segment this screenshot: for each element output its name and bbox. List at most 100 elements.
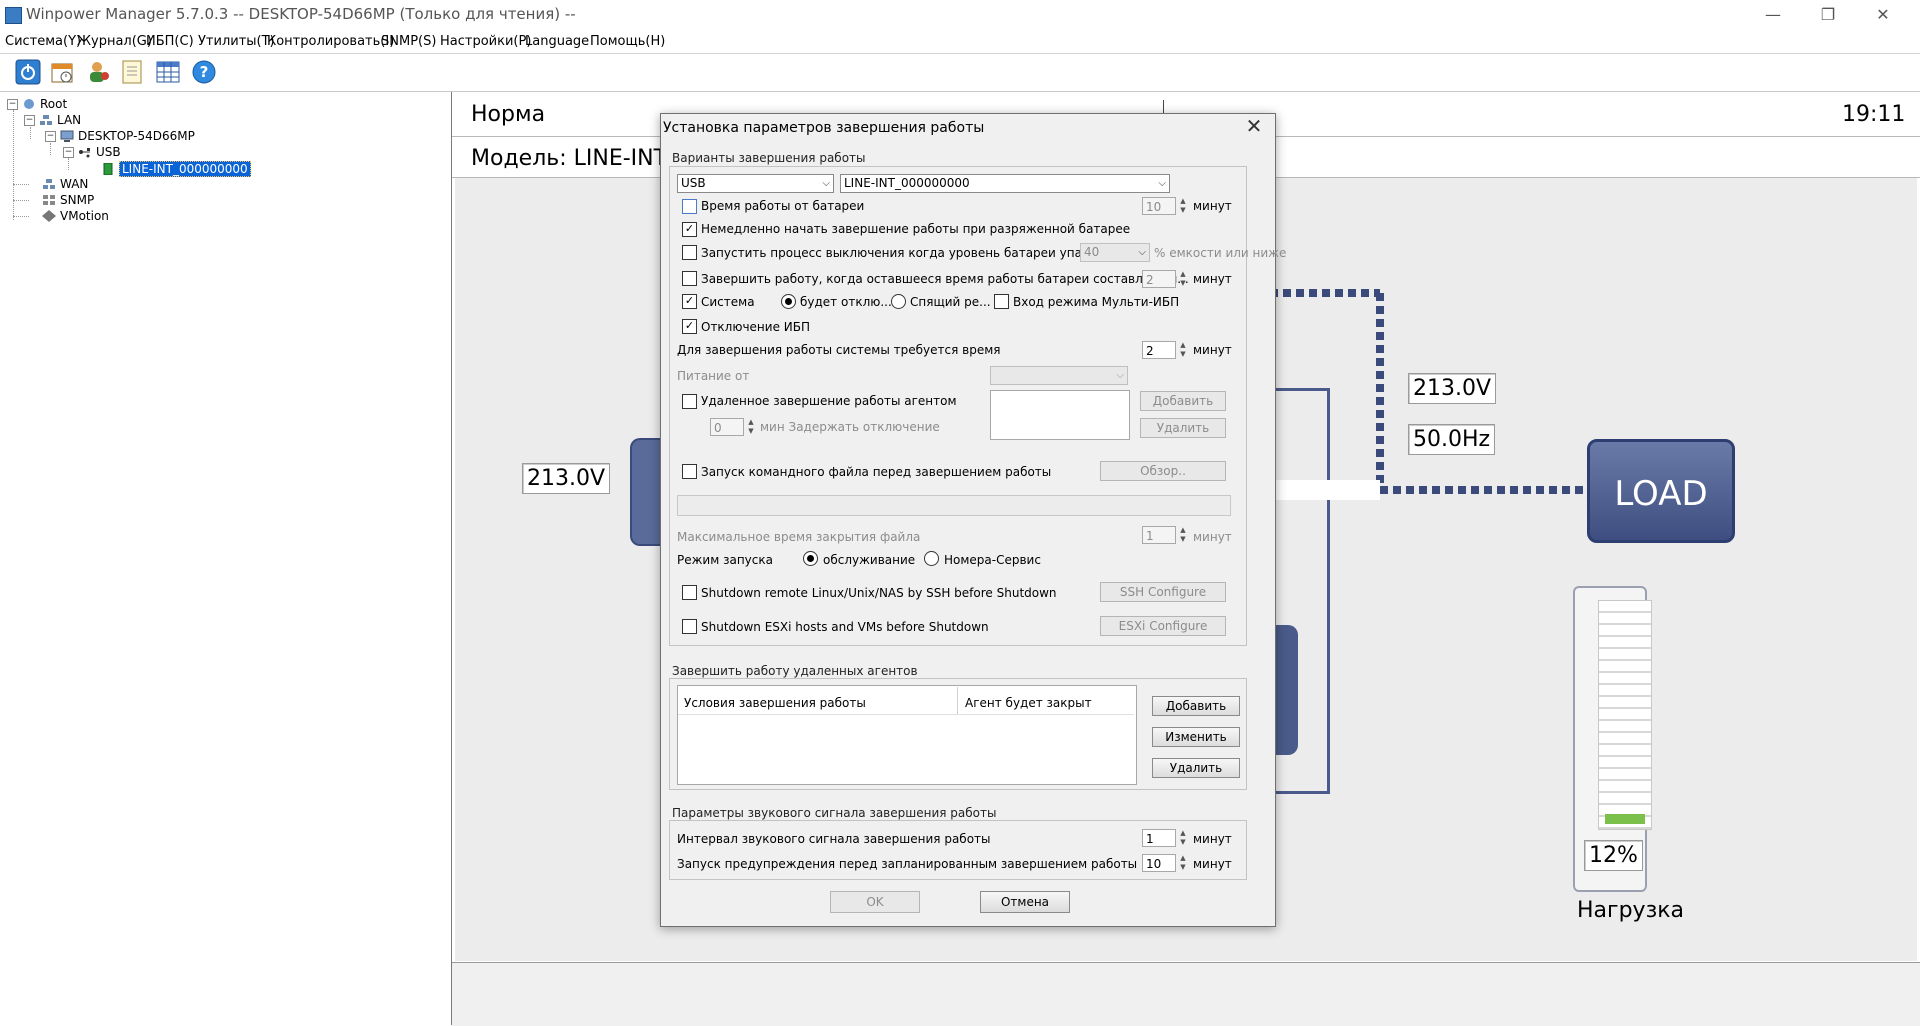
cmd-file-checkbox[interactable] <box>682 464 697 479</box>
battery-level-checkbox[interactable] <box>682 245 697 260</box>
help-icon[interactable]: ? <box>190 58 218 86</box>
menu-snmp[interactable]: SNMP(S) <box>381 34 436 49</box>
cmd-file-path[interactable] <box>677 495 1231 516</box>
service-radio[interactable] <box>803 551 818 566</box>
max-close-input[interactable]: 1 <box>1142 526 1176 544</box>
remote-agent-checkbox[interactable] <box>682 394 697 409</box>
max-close-label: Максимальное время закрытия файла <box>677 530 921 544</box>
spinner-icon[interactable]: ▲ ▼ <box>1178 854 1188 872</box>
tree-line <box>30 127 31 139</box>
ok-button[interactable]: OK <box>830 891 920 913</box>
menu-journal[interactable]: Журнал(G) <box>77 34 152 49</box>
log-icon[interactable] <box>118 58 146 86</box>
col-conditions[interactable]: Условия завершения работы <box>684 696 866 710</box>
menu-help[interactable]: Помощь(H) <box>590 34 665 49</box>
tree-item-host[interactable]: − DESKTOP-54D66MP <box>45 129 195 143</box>
tree-item-vmotion[interactable]: VMotion <box>42 209 109 223</box>
menu-utilities[interactable]: Утилиты(T) <box>198 34 275 49</box>
spinner-icon[interactable]: ▲ ▼ <box>746 418 756 436</box>
tree-item-root[interactable]: − Root <box>7 97 67 111</box>
spinner-icon[interactable]: ▲ ▼ <box>1178 270 1188 288</box>
table-icon[interactable] <box>154 58 182 86</box>
usb-icon <box>79 148 90 158</box>
dialog-close-button[interactable]: ✕ <box>1242 114 1266 138</box>
esxi-configure-button[interactable]: ESXi Configure <box>1100 616 1226 636</box>
tree-label-root: Root <box>40 97 68 111</box>
spinner-icon[interactable]: ▲ ▼ <box>1178 341 1188 359</box>
model-text: Модель: LINE-INT <box>471 146 668 171</box>
shutdown-time-label: Для завершения работы системы требуется … <box>677 343 1001 357</box>
remote-agent-label: Удаленное завершение работы агентом <box>701 394 957 408</box>
low-battery-checkbox[interactable]: ✓ <box>682 222 697 237</box>
tree-line <box>68 158 69 170</box>
cmd-file-label: Запуск командного файла перед завершение… <box>701 465 1052 479</box>
collapse-icon[interactable]: − <box>24 114 35 126</box>
user-icon[interactable] <box>84 58 112 86</box>
menu-ups[interactable]: ИБП(C) <box>146 34 194 49</box>
multi-ups-checkbox[interactable] <box>994 294 1009 309</box>
tree-line <box>13 200 29 201</box>
number-service-radio[interactable] <box>924 551 939 566</box>
system-label: Система <box>701 295 755 309</box>
tree-item-usb[interactable]: − USB <box>63 145 121 159</box>
power-icon[interactable] <box>14 58 42 86</box>
collapse-icon[interactable]: − <box>63 146 74 158</box>
system-checkbox[interactable]: ✓ <box>682 294 697 309</box>
cancel-button[interactable]: Отмена <box>980 891 1070 913</box>
menu-language[interactable]: Language <box>525 34 589 49</box>
spinner-icon[interactable]: ▲ ▼ <box>1178 526 1188 544</box>
agent-list[interactable] <box>990 390 1130 440</box>
restore-button[interactable]: ❐ <box>1805 2 1851 28</box>
esxi-checkbox[interactable] <box>682 619 697 634</box>
tree-item-wan[interactable]: WAN <box>42 177 88 191</box>
remote-edit-button[interactable]: Изменить <box>1152 727 1240 747</box>
schedule-icon[interactable] <box>48 58 76 86</box>
remote-add-button[interactable]: Добавить <box>1152 696 1240 716</box>
battery-level-label: Запустить процесс выключения когда урове… <box>701 246 1125 260</box>
output-frequency: 50.0Hz <box>1408 424 1496 455</box>
spinner-icon[interactable]: ▲ ▼ <box>1178 829 1188 847</box>
battery-time-input[interactable]: 10 <box>1142 197 1176 215</box>
svg-text:?: ? <box>200 63 209 81</box>
remote-delete-button[interactable]: Удалить <box>1152 758 1240 778</box>
remaining-time-checkbox[interactable] <box>682 271 697 286</box>
beep-interval-input[interactable]: 1 <box>1142 829 1176 847</box>
warn-input[interactable]: 10 <box>1142 854 1176 872</box>
chevron-down-icon: ⌵ <box>1138 247 1146 258</box>
collapse-icon[interactable]: − <box>45 130 56 142</box>
power-from-select[interactable]: ⌵ <box>990 366 1128 385</box>
load-button[interactable]: LOAD <box>1587 439 1735 543</box>
shutdown-radio[interactable] <box>781 294 796 309</box>
tree-line <box>13 110 14 220</box>
tree-item-lan[interactable]: − LAN <box>24 113 81 127</box>
app-icon <box>5 7 22 24</box>
col-agent[interactable]: Агент будет закрыт <box>965 696 1092 710</box>
shutdown-time-input[interactable]: 2 <box>1142 341 1176 359</box>
port-select[interactable]: USB ⌵ <box>677 174 834 193</box>
sleep-radio[interactable] <box>891 294 906 309</box>
ups-off-checkbox[interactable]: ✓ <box>682 319 697 334</box>
delete-agent-button[interactable]: Удалить <box>1140 418 1226 438</box>
battery-level-select[interactable]: 40 ⌵ <box>1080 243 1150 262</box>
close-window-button[interactable]: ✕ <box>1860 2 1906 28</box>
spinner-icon[interactable]: ▲ ▼ <box>1178 197 1188 215</box>
delay-input[interactable]: 0 <box>710 418 744 436</box>
ssh-checkbox[interactable] <box>682 585 697 600</box>
minimize-button[interactable]: — <box>1750 2 1796 28</box>
menu-system[interactable]: Система(Y) <box>5 34 81 49</box>
ssh-configure-button[interactable]: SSH Configure <box>1100 582 1226 602</box>
add-agent-button[interactable]: Добавить <box>1140 391 1226 411</box>
device-select[interactable]: LINE-INT_000000000 ⌵ <box>840 174 1170 193</box>
browse-button[interactable]: Обзор.. <box>1100 461 1226 481</box>
collapse-icon[interactable]: − <box>7 98 18 110</box>
battery-time-checkbox[interactable] <box>682 199 697 214</box>
tree-line <box>13 184 29 185</box>
menu-monitor[interactable]: Контролировать(I) <box>267 34 394 49</box>
remaining-time-input[interactable]: 2 <box>1142 270 1176 288</box>
menu-settings[interactable]: Настройки(P) <box>440 34 531 49</box>
tree-item-ups[interactable]: LINE-INT_000000000 <box>101 161 251 177</box>
minutes-label: минут <box>1193 857 1232 871</box>
computer-icon <box>60 130 74 142</box>
tree-item-snmp[interactable]: SNMP <box>42 193 94 207</box>
start-mode-label: Режим запуска <box>677 553 773 567</box>
